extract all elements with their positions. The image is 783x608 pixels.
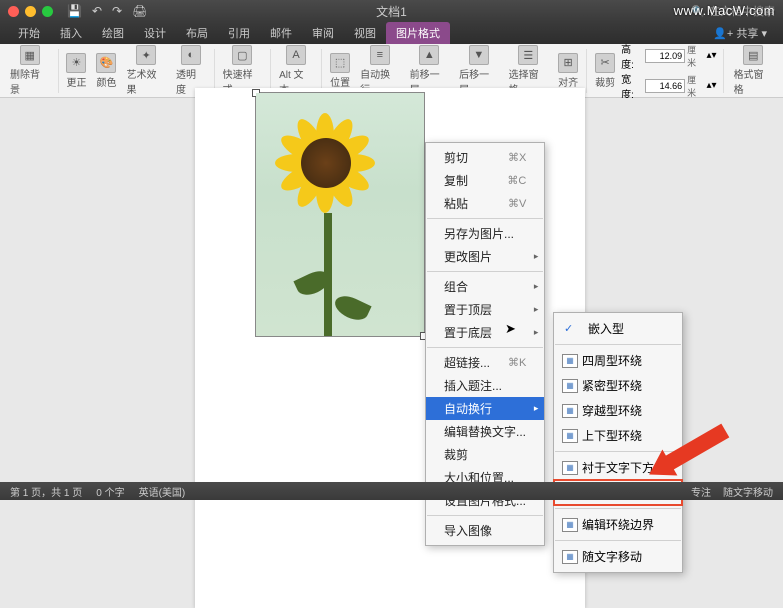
wrap-icon: ▦ [562,379,578,393]
wrap-option-12[interactable]: ▦随文字移动 [554,544,682,569]
ctx-item-4[interactable]: 另存为图片... [426,222,544,245]
wrap-option-5[interactable]: ▦上下型环绕 [554,423,682,448]
wrap-icon: ▦ [562,354,578,368]
document-title: 文档1 [376,3,407,20]
ctx-item-9[interactable]: 置于底层 [426,321,544,344]
focus-mode[interactable]: 专注 [691,484,711,499]
ctx-item-12[interactable]: 插入题注... [426,374,544,397]
tab-insert[interactable]: 插入 [50,22,92,44]
ctx-item-1[interactable]: 复制⌘C [426,169,544,192]
height-input[interactable] [645,49,685,63]
close-window-button[interactable] [8,6,19,17]
remove-background-button[interactable]: ▦删除背景 [6,43,54,98]
track-mode[interactable]: 随文字移动 [723,484,773,499]
tab-layout[interactable]: 布局 [176,22,218,44]
status-bar: 第 1 页，共 1 页 0 个字 英语(美国) 专注 随文字移动 [0,482,783,500]
wrap-option-3[interactable]: ▦紧密型环绕 [554,373,682,398]
ctx-item-19[interactable]: 导入图像 [426,519,544,542]
redo-icon[interactable]: ↷ [112,4,122,18]
height-label: 高度: [621,41,643,71]
color-button[interactable]: 🎨颜色 [92,51,120,91]
align-button[interactable]: ⊞对齐 [554,51,582,91]
wrap-option-2[interactable]: ▦四周型环绕 [554,348,682,373]
word-count[interactable]: 0 个字 [96,484,124,499]
print-icon[interactable]: 🖨 [132,4,147,18]
tab-picture-format[interactable]: 图片格式 [386,22,450,44]
crop-button[interactable]: ✂裁剪 [591,51,619,91]
wrap-icon: ▦ [562,518,578,532]
language-indicator[interactable]: 英语(美国) [139,484,186,499]
tab-home[interactable]: 开始 [8,22,50,44]
position-button[interactable]: ⬚位置 [326,51,354,91]
sunflower-image [256,93,424,336]
ctx-item-11[interactable]: 超链接...⌘K [426,351,544,374]
quick-access-toolbar: 💾 ↶ ↷ 🖨 [67,4,147,18]
watermark: www.MacW.com [674,3,775,18]
width-input[interactable] [645,79,685,93]
tab-mailings[interactable]: 邮件 [260,22,302,44]
tab-draw[interactable]: 绘图 [92,22,134,44]
ctx-item-7[interactable]: 组合 [426,275,544,298]
undo-icon[interactable]: ↶ [92,4,102,18]
wrap-icon: ▦ [562,404,578,418]
wrap-option-0[interactable]: ✓嵌入型 [554,316,682,341]
zoom-window-button[interactable] [42,6,53,17]
ctx-item-5[interactable]: 更改图片 [426,245,544,268]
wrap-option-10[interactable]: ▦编辑环绕边界 [554,512,682,537]
wrap-text-submenu: ✓嵌入型▦四周型环绕▦紧密型环绕▦穿越型环绕▦上下型环绕▦衬于文字下方▦浮于文字… [553,312,683,573]
ctx-item-13[interactable]: 自动换行 [426,397,544,420]
corrections-button[interactable]: ☀更正 [62,51,90,91]
window-controls [8,6,53,17]
wrap-option-4[interactable]: ▦穿越型环绕 [554,398,682,423]
ctx-item-8[interactable]: 置于顶层 [426,298,544,321]
page-indicator[interactable]: 第 1 页，共 1 页 [10,484,82,499]
wrap-icon: ▦ [562,461,578,475]
selected-picture[interactable] [255,92,425,337]
titlebar: 💾 ↶ ↷ 🖨 文档1 🔍 在文档中搜索 www.MacW.com [0,0,783,22]
minimize-window-button[interactable] [25,6,36,17]
ctx-item-15[interactable]: 裁剪 [426,443,544,466]
ctx-item-0[interactable]: 剪切⌘X [426,146,544,169]
artistic-effects-button[interactable]: ✦艺术效果 [122,43,170,98]
ctx-item-2[interactable]: 粘贴⌘V [426,192,544,215]
tab-review[interactable]: 审阅 [302,22,344,44]
save-icon[interactable]: 💾 [67,4,82,18]
wrap-icon: ▦ [562,429,578,443]
format-pane-button[interactable]: ▤格式窗格 [730,43,777,98]
width-label: 宽度: [621,71,643,101]
tab-view[interactable]: 视图 [344,22,386,44]
tab-design[interactable]: 设计 [134,22,176,44]
wrap-icon: ▦ [562,550,578,564]
tab-references[interactable]: 引用 [218,22,260,44]
ctx-item-14[interactable]: 编辑替换文字... [426,420,544,443]
